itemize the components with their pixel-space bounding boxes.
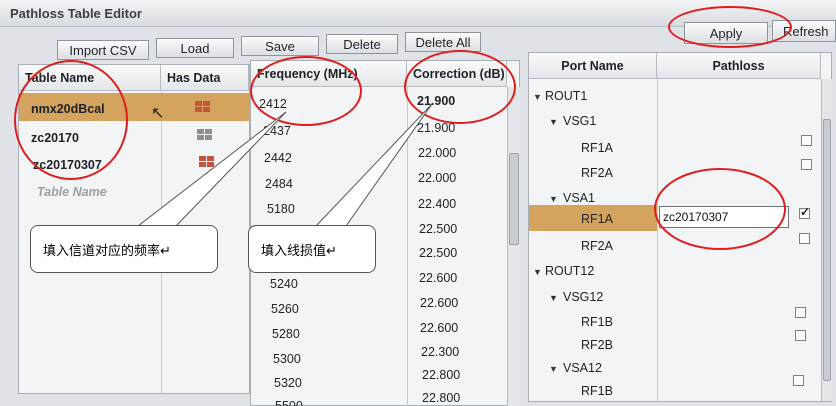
pathloss-table-editor-window: Pathloss Table Editor Import CSV Load Sa… [0,0,836,406]
loss-value-callout: 填入线损值↵ [248,225,376,273]
frequency-callout: 填入信道对应的频率↵ [30,225,218,273]
callout-pointers [136,103,433,227]
